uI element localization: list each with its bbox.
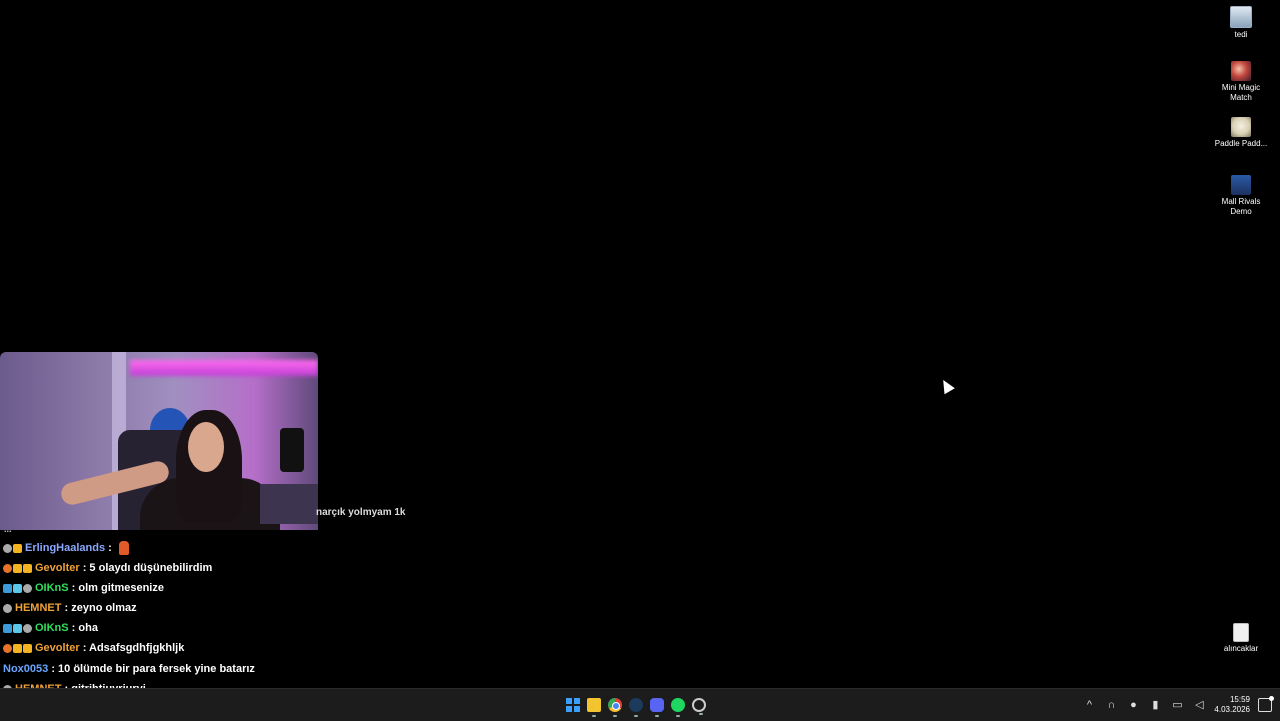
chat-username: HEMNET (15, 602, 62, 614)
taskbar: ^ ∩ ● ▮ ▭ ◁ 15:59 4.03.2026 (0, 688, 1280, 721)
chat-message: Gevolter : Adsafsgdhfjgkhljk (3, 640, 184, 656)
badge-icon (23, 643, 32, 653)
chat-username: Nox0053 (3, 663, 49, 675)
desktop-icon-paddle[interactable]: Paddle Padd... (1211, 117, 1271, 149)
network-icon[interactable]: ▭ (1171, 699, 1183, 711)
badge-icon (23, 583, 32, 593)
badge-icon (13, 643, 22, 653)
chat-separator: : (105, 542, 115, 554)
text-file-icon (1233, 623, 1249, 642)
desktop-icon-label: tedi (1234, 30, 1248, 39)
clock-date: 4.03.2026 (1214, 705, 1250, 714)
clock-time: 15:59 (1229, 695, 1250, 704)
chat-message: ErlingHaalands : (3, 540, 129, 556)
chat-separator: : (79, 642, 90, 654)
desktop-icon-label: Mini Magic Match (1221, 83, 1261, 102)
chat-message: HEMNET : zeyno olmaz (3, 600, 137, 616)
desktop-icon-label: Mall Rivals Demo (1221, 197, 1261, 216)
chat-message: OIKnS : oha (3, 620, 98, 636)
paddle-icon (1231, 117, 1251, 137)
mall-rivals-icon (1231, 175, 1251, 195)
system-tray: ^ ∩ ● ▮ ▭ ◁ 15:59 4.03.2026 (1078, 689, 1280, 721)
chat-text: zeyno olmaz (71, 602, 137, 614)
spotify-icon[interactable] (671, 698, 685, 717)
streamer-face (188, 422, 224, 472)
chat-badges (3, 560, 33, 576)
notification-icon[interactable] (1258, 696, 1274, 712)
desktop-icon-recycle-bin[interactable]: tedi (1211, 6, 1271, 40)
chat-badges (3, 600, 13, 616)
microphone-icon[interactable]: ▮ (1149, 699, 1161, 711)
chat-separator: : (79, 562, 90, 574)
badge-icon (13, 583, 22, 593)
shelf (260, 484, 318, 524)
badge-icon (3, 563, 12, 573)
chevron-up-icon[interactable]: ^ (1083, 699, 1095, 711)
chat-username: OIKnS (35, 622, 69, 634)
chat-badges (3, 620, 33, 636)
chat-text: 5 olaydı düşünebilirdim (89, 562, 213, 574)
badge-icon (13, 543, 22, 553)
desktop-icon-mall-rivals[interactable]: Mall Rivals Demo (1211, 175, 1271, 217)
badge-icon (3, 603, 12, 613)
discord-icon[interactable] (650, 698, 664, 717)
steam-tray-icon[interactable]: ● (1127, 699, 1139, 711)
chrome-icon[interactable] (608, 698, 622, 717)
chat-message: OIKnS : olm gitmesenize (3, 580, 164, 596)
chat-username: Gevolter (35, 642, 80, 654)
chat-badges (3, 540, 23, 556)
chat-message: Gevolter : 5 olaydı düşünebilirdim (3, 560, 212, 576)
steam-icon[interactable] (629, 698, 643, 717)
recycle-bin-icon (1230, 6, 1252, 28)
clock[interactable]: 15:59 4.03.2026 (1214, 695, 1250, 715)
desktop-icon-label: Paddle Padd... (1214, 139, 1268, 148)
chat-badges (3, 640, 33, 656)
taskbar-apps (566, 696, 706, 717)
desktop-icon-label: alıncaklar (1223, 644, 1259, 653)
badge-icon (3, 583, 12, 593)
desktop-icon-mini-magic-match[interactable]: Mini Magic Match (1211, 61, 1271, 103)
chat-username: Gevolter (35, 562, 80, 574)
desktop: tedi Mini Magic Match Paddle Padd... Mal… (0, 0, 1280, 715)
emote-icon (118, 541, 129, 556)
badge-icon (3, 643, 12, 653)
app-icon[interactable] (692, 698, 706, 715)
chat-text: olm gitmesenize (78, 582, 164, 594)
chat-separator: : (61, 602, 72, 614)
chat-separator: : (48, 663, 59, 675)
chat-username: OIKnS (35, 582, 69, 594)
led-light (130, 360, 318, 376)
chat-text: Adsafsgdhfjgkhljk (89, 642, 185, 654)
webcam-feed (0, 352, 318, 530)
desktop-icon-text-file[interactable]: alıncaklar (1211, 623, 1271, 654)
chat-separator: : (68, 582, 79, 594)
microphone (280, 428, 304, 472)
chat-username: ErlingHaalands (25, 542, 106, 554)
badge-icon (23, 563, 32, 573)
mini-magic-match-icon (1231, 61, 1251, 81)
start-icon[interactable] (566, 698, 580, 712)
badge-icon (13, 563, 22, 573)
chat-text: 10 ölümde bir para fersek yine batarız (58, 663, 255, 675)
volume-icon[interactable]: ◁ (1193, 699, 1205, 711)
chat-separator: : (68, 622, 79, 634)
badge-icon (23, 623, 32, 633)
badge-icon (3, 543, 12, 553)
chat-text: oha (78, 622, 98, 634)
headset-icon[interactable]: ∩ (1105, 699, 1117, 711)
file-explorer-icon[interactable] (587, 698, 601, 717)
chat-badges (3, 580, 33, 596)
mouse-cursor-icon (938, 377, 955, 395)
chat-partial-message: narçık yolmyam 1k (316, 507, 406, 518)
chat-partial-top: ... (4, 524, 12, 532)
chat-message: Nox0053 : 10 ölümde bir para fersek yine… (3, 661, 255, 677)
badge-icon (13, 623, 22, 633)
badge-icon (3, 623, 12, 633)
